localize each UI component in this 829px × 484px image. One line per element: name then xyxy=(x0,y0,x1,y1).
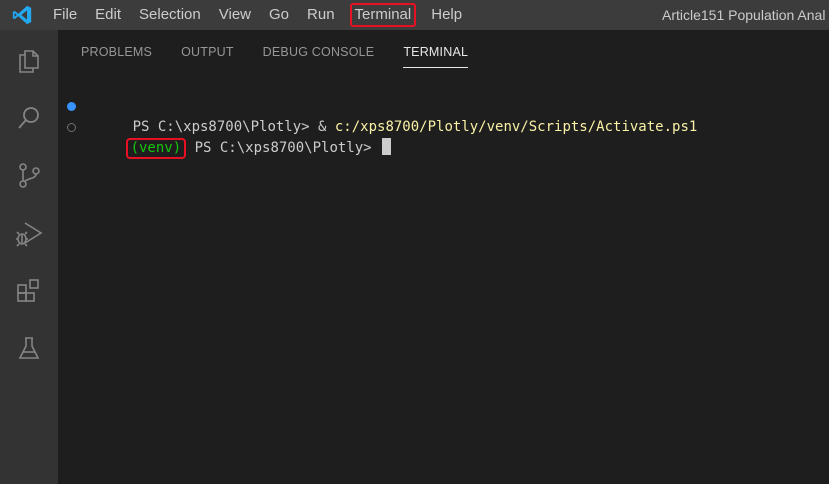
tab-problems[interactable]: PROBLEMS xyxy=(81,30,152,74)
menu-terminal[interactable]: Terminal xyxy=(349,3,417,27)
tab-terminal[interactable]: TERMINAL xyxy=(403,30,468,74)
panel-tabs: PROBLEMS OUTPUT DEBUG CONSOLE TERMINAL xyxy=(81,30,497,74)
command-success-decoration-icon[interactable] xyxy=(67,102,76,111)
source-control-icon[interactable] xyxy=(0,153,58,197)
terminal-line: PS C:\xps8700\Plotly> & c:/xps8700/Plotl… xyxy=(58,96,829,135)
terminal-prompt: PS C:\xps8700\Plotly> xyxy=(186,140,381,156)
tab-debug-console[interactable]: DEBUG CONSOLE xyxy=(263,30,375,74)
tab-output[interactable]: OUTPUT xyxy=(181,30,234,74)
command-pending-decoration-icon[interactable] xyxy=(67,123,76,132)
terminal-line: (venv) PS C:\xps8700\Plotly> xyxy=(58,117,829,159)
menu-view[interactable]: View xyxy=(210,3,260,27)
run-debug-icon[interactable] xyxy=(0,211,58,255)
menu-help[interactable]: Help xyxy=(422,3,471,27)
testing-icon[interactable] xyxy=(0,326,58,370)
menu-edit[interactable]: Edit xyxy=(86,3,130,27)
extensions-icon[interactable] xyxy=(0,269,58,313)
search-icon[interactable] xyxy=(0,96,58,140)
menu-go[interactable]: Go xyxy=(260,3,298,27)
terminal-cursor xyxy=(382,138,392,155)
vscode-logo-icon[interactable] xyxy=(0,0,44,30)
bottom-panel: PROBLEMS OUTPUT DEBUG CONSOLE TERMINAL P… xyxy=(58,30,829,484)
activity-bar xyxy=(0,30,58,484)
menu-run[interactable]: Run xyxy=(298,3,344,27)
menu-bar: File Edit Selection View Go Run Terminal… xyxy=(44,0,471,30)
menu-file[interactable]: File xyxy=(44,3,86,27)
terminal-output[interactable]: PS C:\xps8700\Plotly> & c:/xps8700/Plotl… xyxy=(58,96,829,159)
window-title: Article151 Population Anal xyxy=(662,7,826,23)
explorer-icon[interactable] xyxy=(0,38,58,82)
menu-selection[interactable]: Selection xyxy=(130,3,210,27)
title-bar: File Edit Selection View Go Run Terminal… xyxy=(0,0,829,30)
venv-indicator: (venv) xyxy=(125,138,187,159)
